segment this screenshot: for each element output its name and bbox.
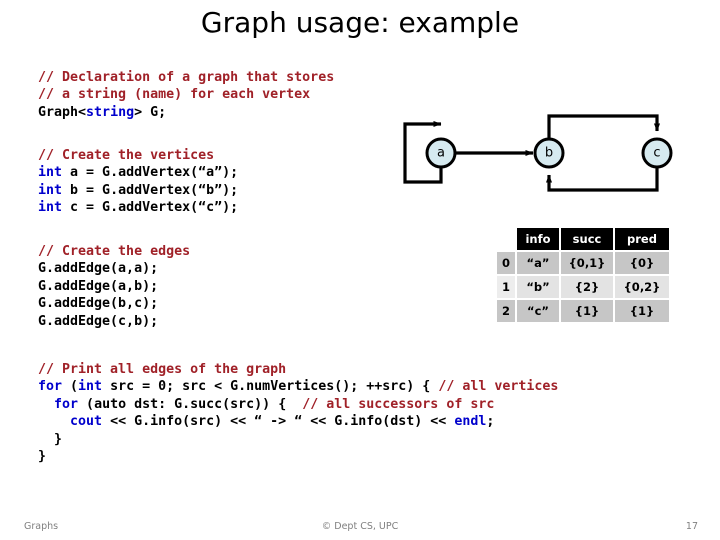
table-cell-succ: {2} [559,274,615,300]
code-segment: int [38,200,63,216]
code-segment: // Create the vertices [38,148,215,163]
code-segment: endl [454,414,487,430]
graph-diagram: a b c [395,108,710,213]
code-segment: > G; [134,104,167,120]
code-segment: int [78,379,103,395]
code-segment: ( [62,379,79,395]
code-segment: c = G.addVertex(“c”); [62,200,239,216]
code-segment: ; [486,414,495,430]
code-segment: int [38,182,63,198]
table-cell-info: “a” [515,250,561,276]
table-row: 0 “a” {0,1} {0} [495,250,671,276]
code-segment: G.addEdge(b,c); [38,296,159,312]
table-header-corner [496,228,516,251]
code-block-print-edges: // Print all edges of the graph for (int… [38,361,558,465]
table-cell-info: “c” [515,298,561,324]
adjacency-table-body: 0 “a” {0,1} {0} 1 “b” {2} {0,2} 2 “c” {1… [495,250,671,324]
code-segment: dst: G.succ(src)) { [126,396,303,412]
table-cell-pred: {0,2} [613,274,671,300]
code-segment: // all vertices [438,379,559,395]
table-header-succ: succ [559,228,615,251]
code-segment: G.addEdge(c,b); [38,313,159,329]
code-segment: auto [94,396,127,412]
code-segment: b = G.addVertex(“b”); [62,182,239,198]
table-row: 2 “c” {1} {1} [495,298,671,324]
code-segment: // a string (name) for each vertex [38,87,311,103]
table-row: 1 “b” {2} {0,2} [495,274,671,300]
graph-node-a-label: a [437,146,445,161]
footer-page-number: 17 [685,521,698,532]
code-segment: Graph< [38,104,87,120]
code-segment: a = G.addVertex(“a”); [62,165,239,181]
graph-node-b-label: b [545,146,553,161]
code-segment: // Print all edges of the graph [38,362,287,377]
code-segment: } [38,431,63,447]
graph-node-c: c [641,137,673,169]
graph-node-c-label: c [653,146,660,161]
edge-b-to-c [547,114,661,138]
code-segment: string [86,104,135,120]
code-segment: for [38,379,63,395]
code-segment: G.addEdge(a,b); [38,278,159,294]
table-cell-pred: {1} [613,298,671,324]
page-title: Graph usage: example [200,6,520,39]
table-cell-pred: {0} [613,250,671,276]
graph-node-a: a [425,137,457,169]
table-header-pred: pred [613,228,671,251]
table-cell-index: 1 [495,274,517,300]
code-segment: // Declaration of a graph that stores [38,70,335,85]
code-segment: src = 0; src < G.numVertices(); ++src) { [102,379,439,395]
adjacency-table: info succ pred 0 “a” {0,1} {0} 1 “b” {2}… [495,228,671,324]
code-segment: << G.info(src) << “ -> “ << G.info(dst) … [102,414,455,430]
graph-node-b: b [533,137,565,169]
table-header-row: info succ pred [496,228,671,251]
edge-c-to-b [545,168,659,192]
slide-canvas: Graph usage: example // Declaration of a… [0,0,720,540]
code-block-create-edges: // Create the edges G.addEdge(a,a); G.ad… [38,243,190,330]
code-block-declaration: // Declaration of a graph that stores //… [38,69,334,121]
code-segment: G.addEdge(a,a); [38,261,159,277]
table-cell-info: “b” [515,274,561,300]
table-cell-succ: {0,1} [559,250,615,276]
table-cell-index: 2 [495,298,517,324]
table-header-info: info [515,228,561,251]
code-block-create-vertices: // Create the vertices int a = G.addVert… [38,147,238,217]
table-cell-index: 0 [495,250,517,276]
graph-diagram-svg: a b c [403,114,673,192]
code-segment: cout [70,414,103,430]
code-segment: ( [78,396,95,412]
code-segment: // all successors of src [302,396,495,412]
table-cell-succ: {1} [559,298,615,324]
code-segment: } [38,449,47,465]
footer-center: © Dept CS, UPC [321,521,399,532]
code-segment: int [38,165,63,181]
adjacency-table-head: info succ pred [496,228,671,251]
code-segment: for [54,396,79,412]
code-segment: // Create the edges [38,244,191,259]
